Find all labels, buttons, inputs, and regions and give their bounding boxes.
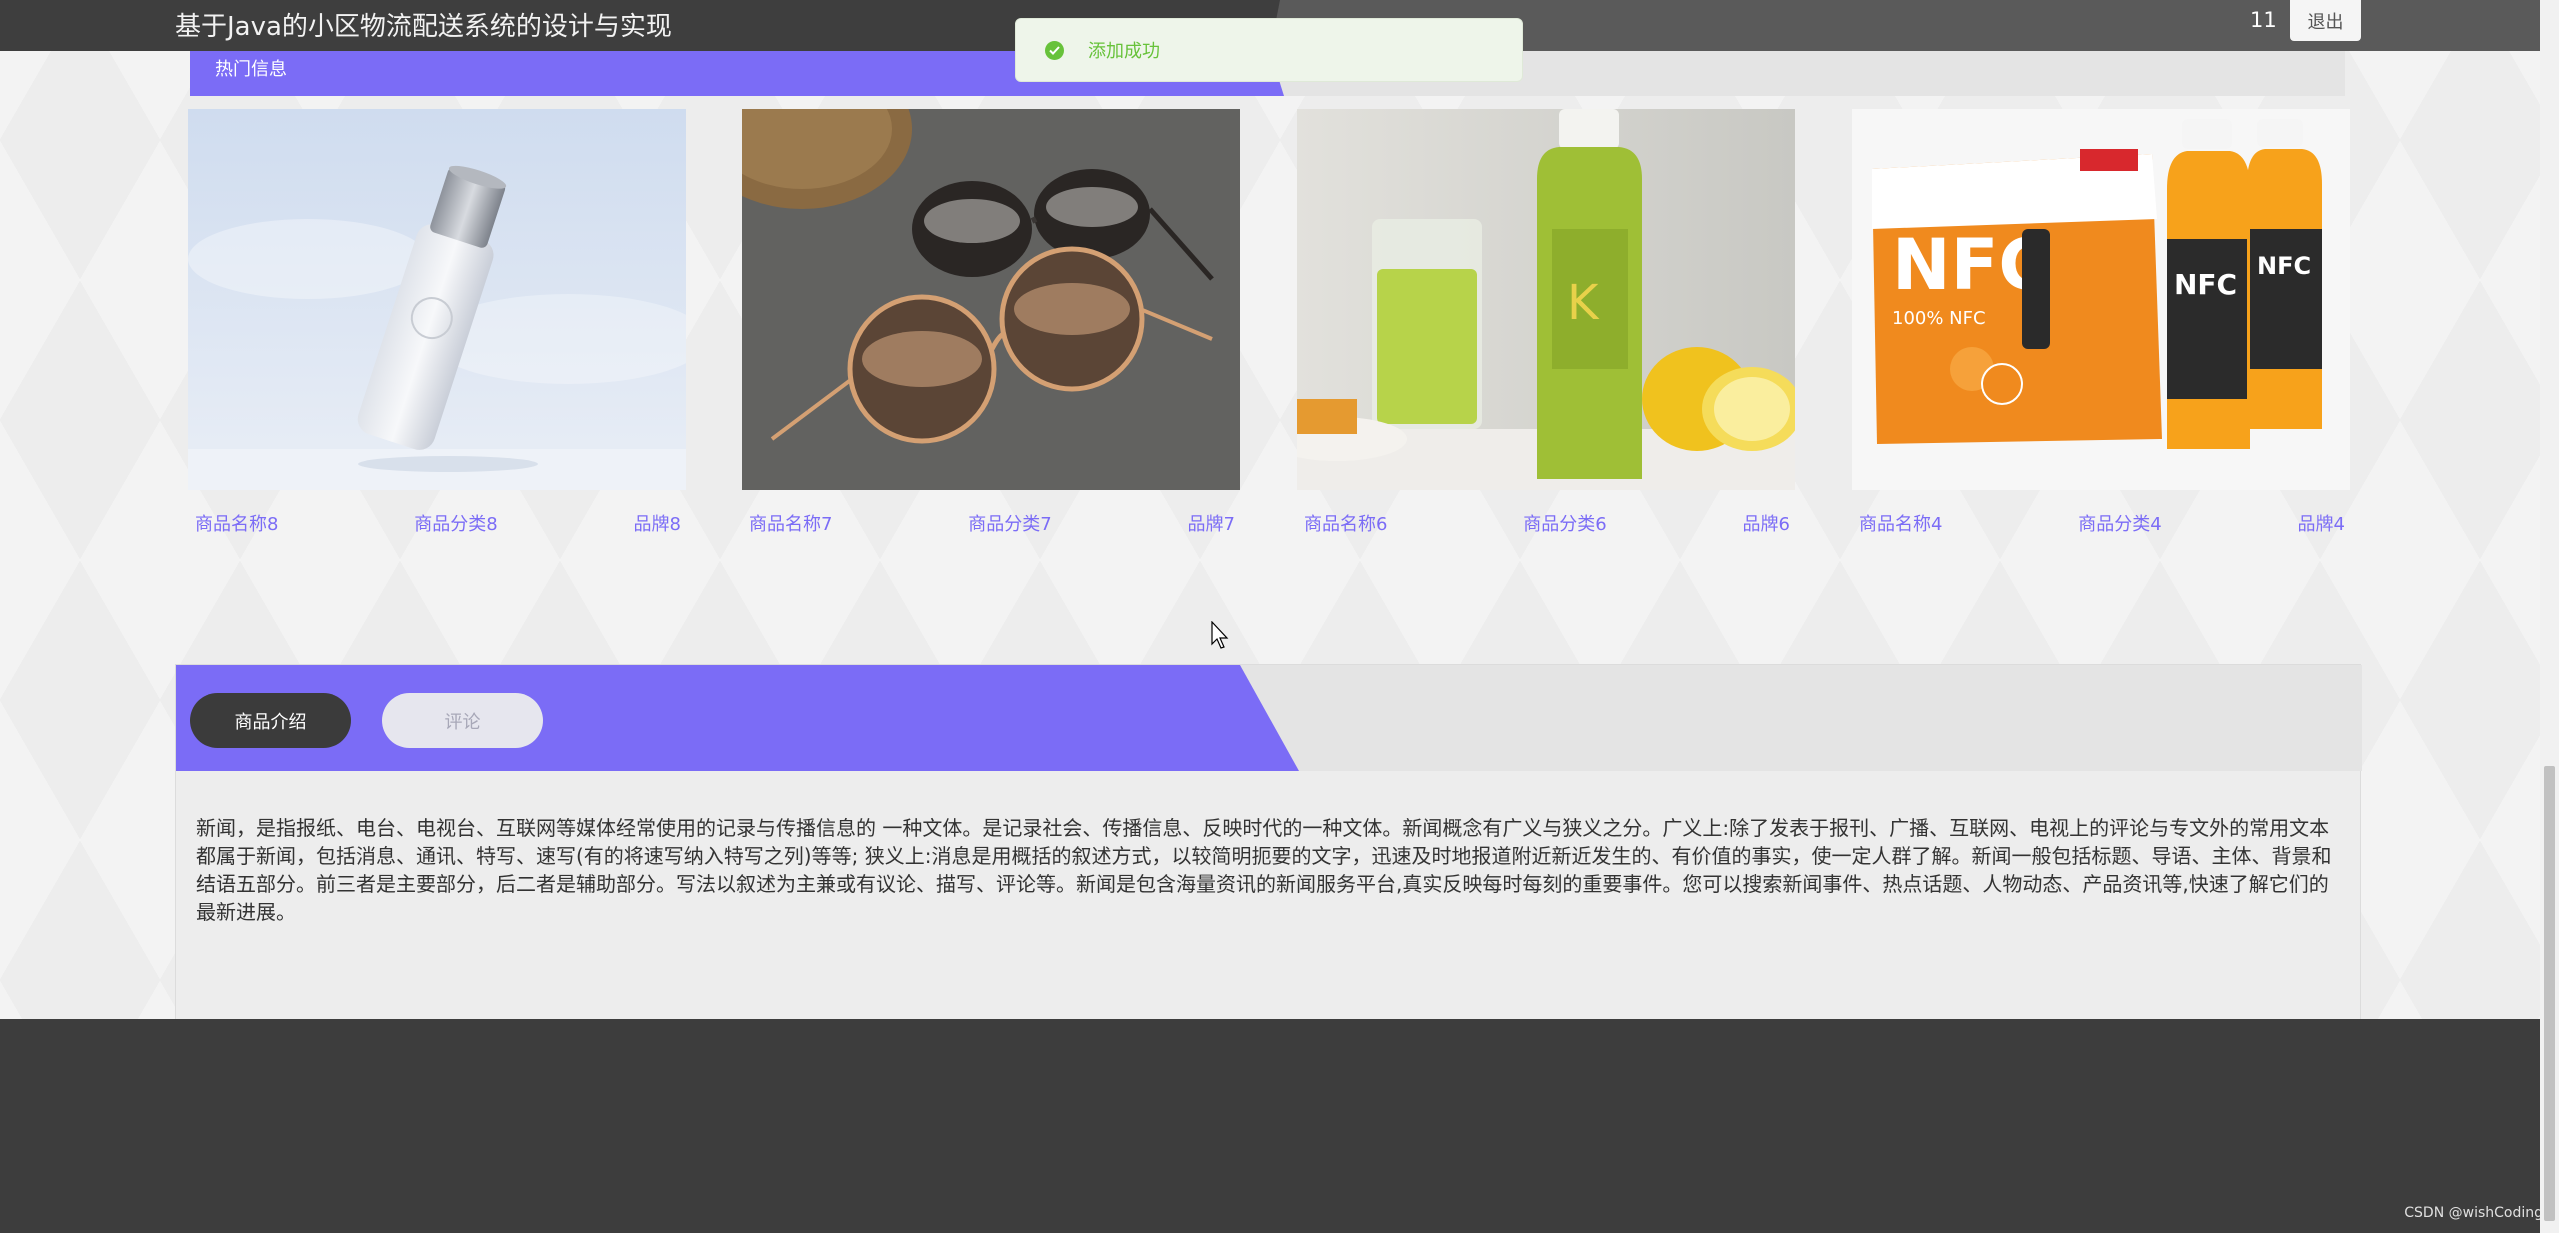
product-card[interactable]: NFC 100% NFC NFC NFC 商品名称4 商品分类4 品牌4 (1852, 109, 2350, 539)
toast-message: 添加成功 (1088, 41, 1160, 62)
hot-info-title: 热门信息 (215, 59, 287, 80)
success-toast: 添加成功 (1015, 18, 1523, 82)
product-image[interactable] (742, 109, 1240, 490)
footer (0, 1019, 2540, 1233)
product-name[interactable]: 商品名称7 (749, 510, 832, 536)
product-image[interactable]: K (1297, 109, 1795, 490)
svg-text:NFC: NFC (2257, 252, 2311, 280)
success-check-icon (1045, 40, 1064, 60)
logout-button[interactable]: 退出 (2290, 0, 2361, 41)
product-brand[interactable]: 品牌6 (1743, 510, 1790, 536)
site-title: 基于Java的小区物流配送系统的设计与实现 (175, 12, 672, 42)
product-card[interactable]: 商品名称8 商品分类8 品牌8 (188, 109, 686, 539)
user-count: 11 (2250, 8, 2277, 32)
svg-text:100% NFC: 100% NFC (1892, 308, 1986, 329)
product-category[interactable]: 商品分类4 (2078, 510, 2161, 536)
product-image[interactable]: NFC 100% NFC NFC NFC (1852, 109, 2350, 490)
product-name[interactable]: 商品名称6 (1304, 510, 1387, 536)
product-image[interactable] (188, 109, 686, 490)
product-meta: 商品名称8 商品分类8 品牌8 (195, 510, 681, 536)
product-card[interactable]: 商品名称7 商品分类7 品牌7 (742, 109, 1240, 539)
product-description: 新闻，是指报纸、电台、电视台、互联网等媒体经常使用的记录与传播信息的 一种文体。… (196, 816, 2332, 924)
product-name[interactable]: 商品名称4 (1859, 510, 1942, 536)
product-brand[interactable]: 品牌7 (1188, 510, 1235, 536)
product-name[interactable]: 商品名称8 (195, 510, 278, 536)
product-meta: 商品名称6 商品分类6 品牌6 (1304, 510, 1790, 536)
mouse-cursor-icon (1211, 621, 1229, 649)
product-meta: 商品名称7 商品分类7 品牌7 (749, 510, 1235, 536)
product-card[interactable]: K 商品名称6 商品分类6 品牌6 (1297, 109, 1795, 539)
product-meta: 商品名称4 商品分类4 品牌4 (1859, 510, 2345, 536)
product-brand[interactable]: 品牌8 (634, 510, 681, 536)
svg-text:K: K (1567, 275, 1600, 331)
product-category[interactable]: 商品分类8 (414, 510, 497, 536)
scrollbar-thumb[interactable] (2544, 766, 2555, 1221)
product-category[interactable]: 商品分类6 (1523, 510, 1606, 536)
tab-comments[interactable]: 评论 (382, 693, 543, 748)
watermark: CSDN @wishCoding (2404, 1205, 2543, 1221)
tab-product-intro[interactable]: 商品介绍 (190, 693, 351, 748)
page-scrollbar[interactable] (2540, 0, 2559, 1233)
product-detail-panel: 商品介绍 评论 新闻，是指报纸、电台、电视台、互联网等媒体经常使用的记录与传播信… (175, 664, 2362, 1021)
product-category[interactable]: 商品分类7 (968, 510, 1051, 536)
svg-text:NFC: NFC (2174, 268, 2237, 301)
product-brand[interactable]: 品牌4 (2298, 510, 2345, 536)
